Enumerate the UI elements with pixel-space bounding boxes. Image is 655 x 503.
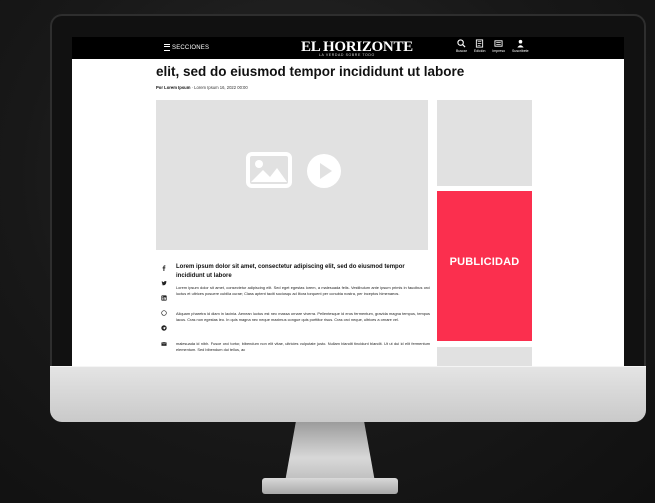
telegram-icon[interactable] — [161, 325, 167, 331]
header-tools: Buscar Edición Impreso Suscribete — [456, 39, 529, 53]
image-icon — [246, 152, 292, 188]
article-byline: Por Lorem Ipsum · Lorem Ipsum 16, 2022 0… — [156, 85, 248, 90]
search-label: Buscar — [456, 49, 467, 53]
user-icon — [517, 39, 524, 48]
article-paragraph: Lorem ipsum dolor sit amet, consectetur … — [176, 285, 430, 296]
article-paragraph: Aliquam pharetra id diam in lacinia. Aen… — [176, 311, 430, 322]
edition-label: Edición — [473, 49, 486, 53]
subscribe-button[interactable]: Suscribete — [512, 39, 529, 53]
newspaper-icon — [476, 39, 484, 48]
whatsapp-icon[interactable] — [161, 310, 167, 316]
monitor-chin — [50, 366, 646, 422]
ad-banner[interactable]: PUBLICIDAD — [437, 191, 532, 341]
twitter-icon[interactable] — [161, 280, 167, 286]
monitor: SECCIONES EL HORIZONTE LA VERDAD SOBRE T… — [50, 14, 646, 422]
site-header: SECCIONES EL HORIZONTE LA VERDAD SOBRE T… — [72, 37, 624, 59]
print-icon — [494, 40, 503, 47]
search-icon — [457, 39, 466, 48]
subscribe-label: Suscribete — [512, 49, 529, 53]
play-icon[interactable] — [306, 153, 342, 189]
search-button[interactable]: Buscar — [456, 39, 467, 53]
byline-author[interactable]: Por Lorem Ipsum — [156, 85, 190, 90]
monitor-stand-base — [262, 478, 398, 494]
sidebar-placeholder-top — [437, 100, 532, 186]
article-headline: elit, sed do eiusmod tempor incididunt u… — [156, 64, 465, 79]
article-media[interactable] — [156, 100, 428, 250]
site-tagline: LA VERDAD SOBRE TODO — [319, 53, 375, 57]
ad-label: PUBLICIDAD — [449, 256, 520, 268]
edition-button[interactable]: Edición — [474, 39, 485, 53]
screen: SECCIONES EL HORIZONTE LA VERDAD SOBRE T… — [72, 37, 624, 367]
print-button[interactable]: Impreso — [492, 39, 505, 53]
facebook-icon[interactable] — [161, 265, 167, 271]
monitor-stand-neck — [285, 422, 375, 482]
article-lede: Lorem ipsum dolor sit amet, consectetur … — [176, 264, 405, 279]
menu-icon — [164, 44, 170, 51]
mail-icon[interactable] — [161, 341, 167, 347]
article-paragraph: malesuada id nibh. Fusce orci tortor, bi… — [176, 341, 430, 352]
byline-date: Lorem Ipsum 16, 2022 00:00 — [194, 85, 248, 90]
sections-menu-button[interactable]: SECCIONES — [164, 44, 209, 51]
sidebar-placeholder-bottom — [437, 347, 532, 367]
linkedin-icon[interactable] — [161, 295, 167, 301]
sections-menu-label: SECCIONES — [172, 44, 210, 51]
print-label: Impreso — [492, 49, 506, 53]
